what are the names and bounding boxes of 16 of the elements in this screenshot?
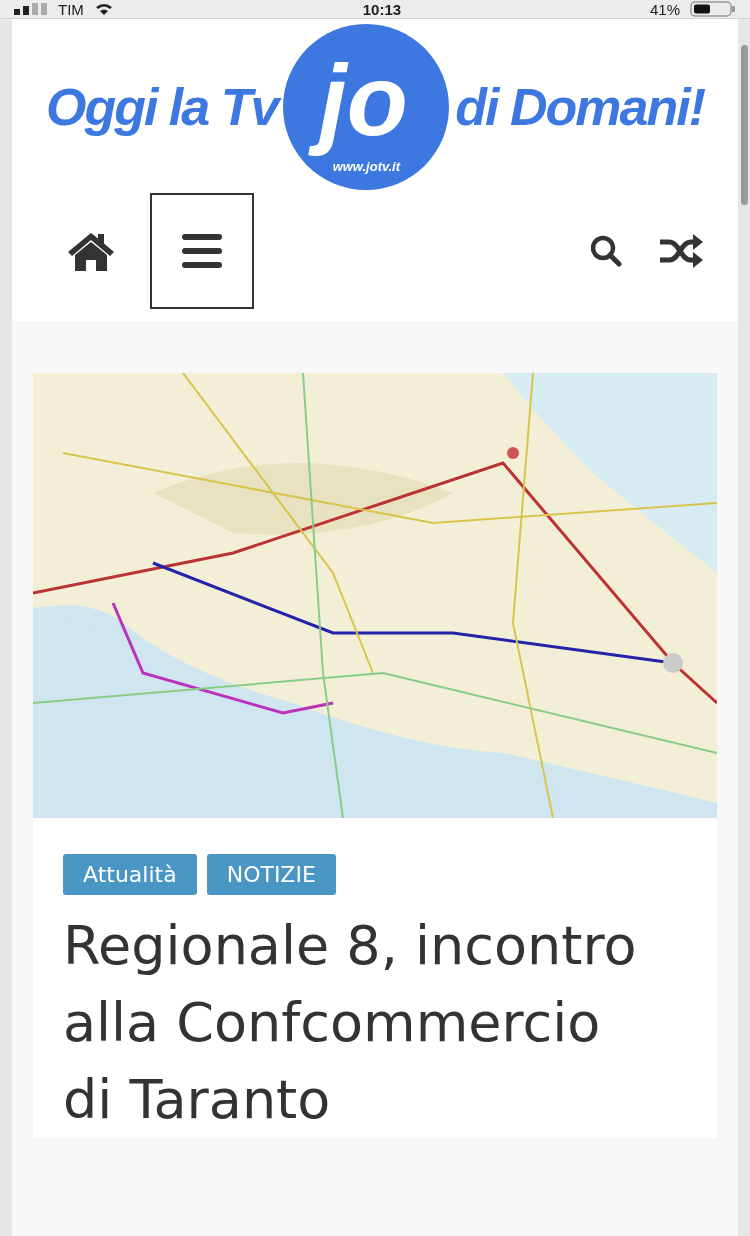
menu-icon: [182, 234, 222, 268]
clock-time: 10:13: [362, 0, 402, 18]
battery-icon: [690, 1, 736, 17]
article-title: Regionale 8, incontro alla Confcommercio di Taranto: [63, 913, 638, 1133]
logo-url: www.jotv.it: [332, 158, 401, 174]
menu-button[interactable]: [150, 193, 254, 309]
battery-percent: 41%: [649, 0, 680, 18]
category-tag[interactable]: Attualità: [63, 854, 197, 895]
shuffle-icon: [660, 233, 704, 269]
home-icon: [66, 230, 116, 272]
category-tag[interactable]: NOTIZIE: [206, 854, 336, 895]
carrier-name: TIM: [58, 0, 84, 18]
search-icon: [590, 235, 622, 267]
scrollbar[interactable]: [741, 45, 748, 205]
logo-text: di Domani!: [455, 77, 704, 137]
signal-icon: [14, 3, 48, 15]
